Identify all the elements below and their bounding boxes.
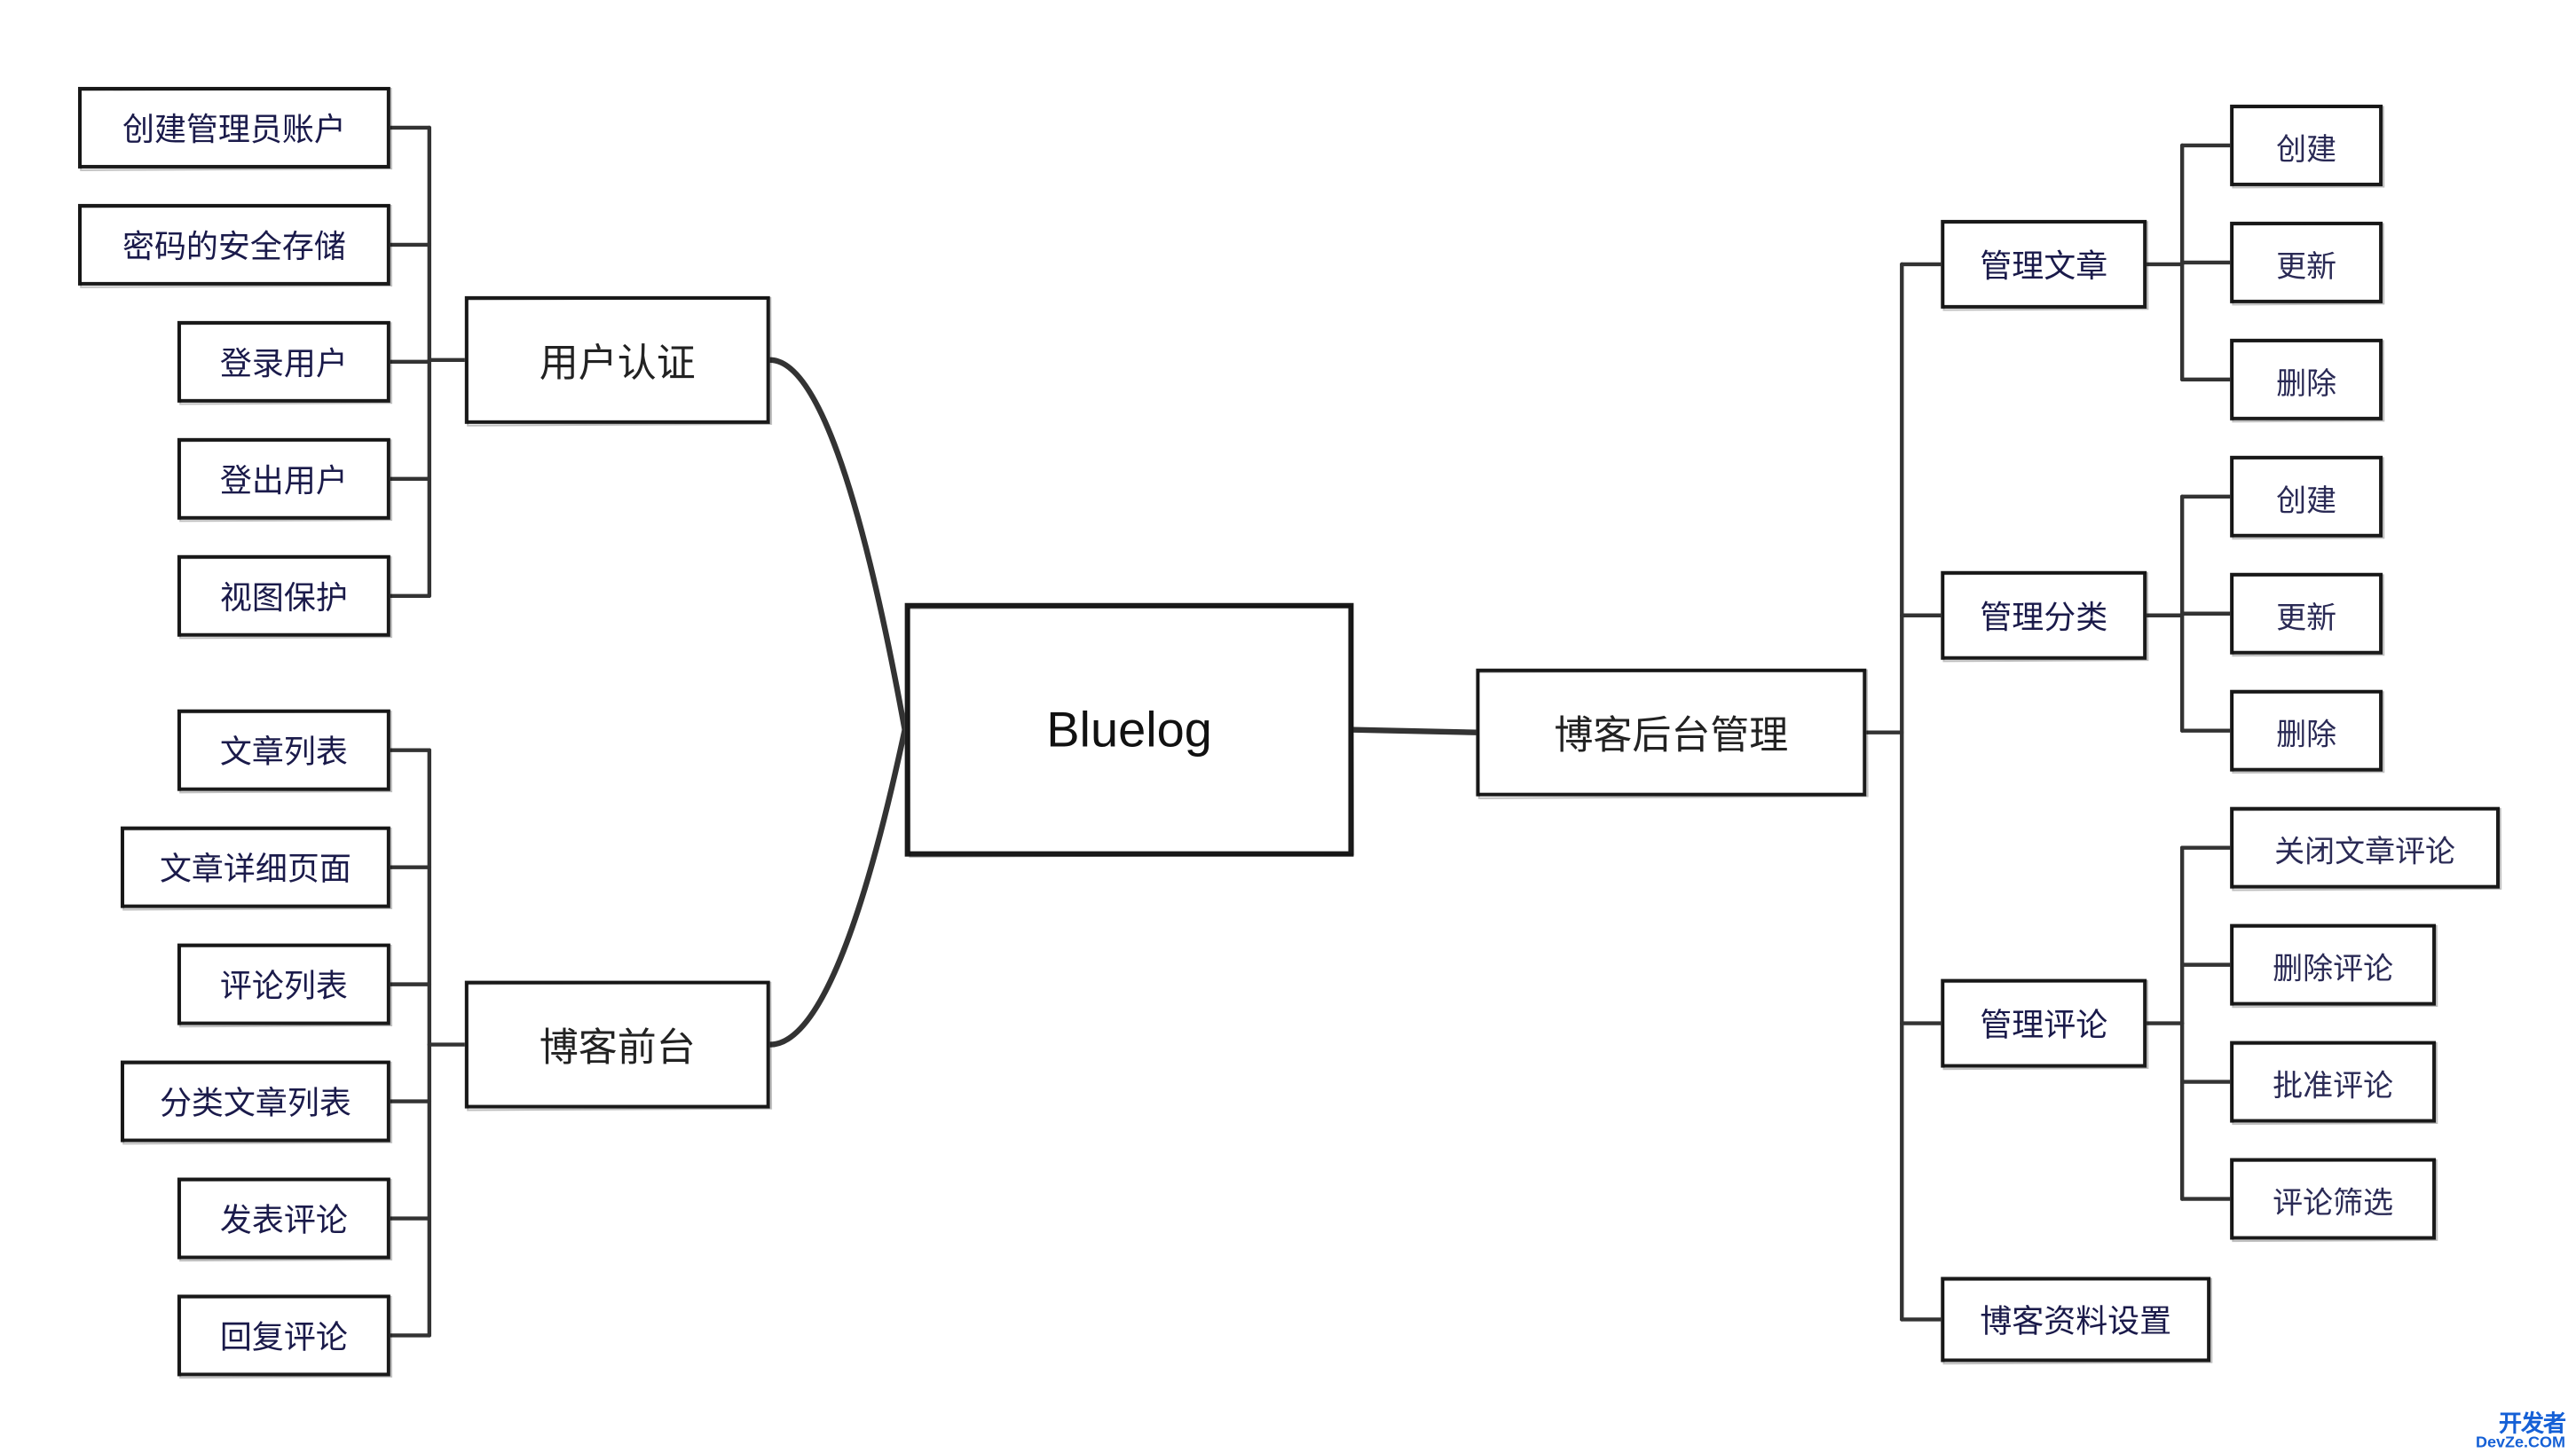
watermark: 开发者 DevZe.COM [2476, 1414, 2565, 1449]
leaf-auth-1: 密码的安全存储 [78, 204, 390, 286]
leaf-comments-1: 删除评论 [2230, 924, 2436, 1006]
sub-articles: 管理文章 [1941, 220, 2147, 309]
leaf-auth-0: 创建管理员账户 [78, 87, 390, 169]
leaf-articles-1: 更新 [2230, 222, 2383, 303]
sub-comments: 管理评论 [1941, 979, 2147, 1068]
branch-admin: 博客后台管理 [1476, 669, 1866, 797]
leaf-auth-2: 登录用户 [177, 321, 390, 403]
root-node: Bluelog [905, 603, 1354, 857]
leaf-auth-4: 视图保护 [177, 555, 390, 637]
leaf-articles-2: 删除 [2230, 339, 2383, 420]
leaf-comments-3: 评论筛选 [2230, 1158, 2436, 1240]
leaf-articles-0: 创建 [2230, 105, 2383, 186]
leaf-comments-2: 批准评论 [2230, 1041, 2436, 1123]
branch-frontend: 博客前台 [465, 981, 770, 1109]
leaf-categories-1: 更新 [2230, 573, 2383, 655]
leaf-frontend-3: 分类文章列表 [121, 1061, 390, 1143]
leaf-comments-0: 关闭文章评论 [2230, 807, 2500, 889]
sub-categories: 管理分类 [1941, 571, 2147, 660]
leaf-categories-2: 删除 [2230, 690, 2383, 772]
watermark-line1: 开发者 [2476, 1414, 2565, 1434]
leaf-frontend-1: 文章详细页面 [121, 827, 390, 908]
branch-auth: 用户认证 [465, 296, 770, 424]
leaf-auth-3: 登出用户 [177, 438, 390, 520]
leaf-categories-0: 创建 [2230, 456, 2383, 538]
sub-profile: 博客资料设置 [1941, 1277, 2210, 1363]
leaf-frontend-2: 评论列表 [177, 944, 390, 1025]
watermark-line2: DevZe.COM [2476, 1434, 2565, 1449]
leaf-frontend-4: 发表评论 [177, 1178, 390, 1260]
leaf-frontend-0: 文章列表 [177, 710, 390, 791]
leaf-frontend-5: 回复评论 [177, 1294, 390, 1376]
